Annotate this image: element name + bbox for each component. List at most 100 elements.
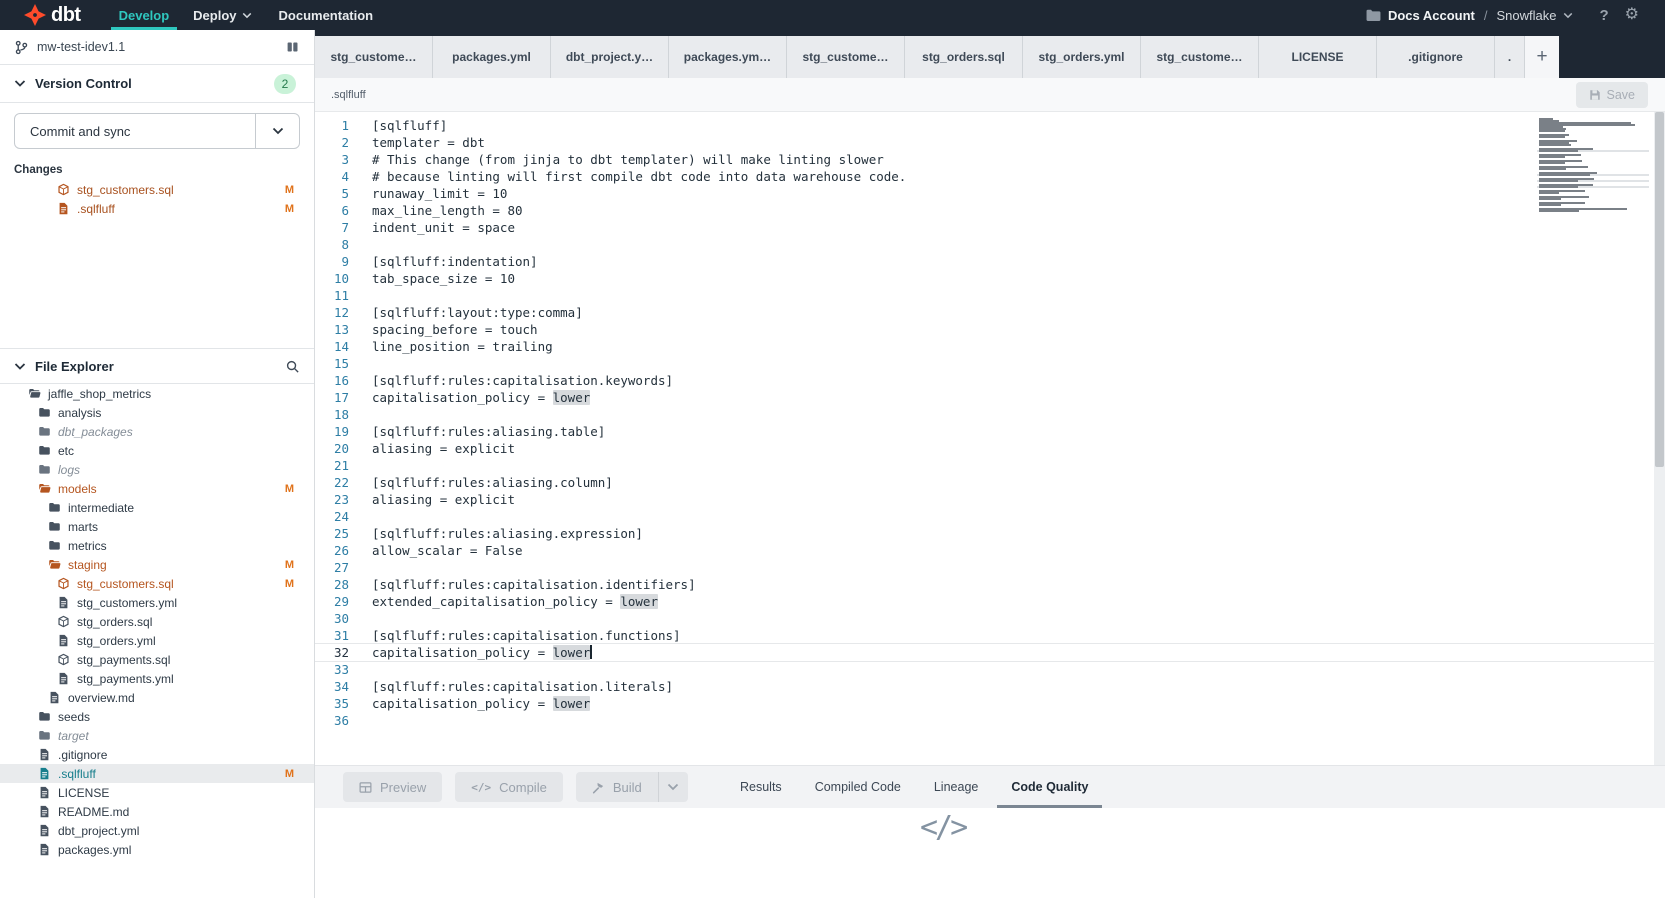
file-explorer-header[interactable]: File Explorer (0, 348, 314, 384)
change-item[interactable]: stg_customers.sqlM (0, 180, 314, 199)
code-line-21[interactable]: 21 (315, 457, 1651, 474)
file-tab[interactable]: stg_orders.sql (905, 36, 1023, 78)
tree-item-jaffle-shop-metrics[interactable]: jaffle_shop_metrics (0, 384, 314, 403)
dbt-logo[interactable]: dbt (24, 4, 81, 27)
build-options-caret[interactable] (658, 772, 688, 802)
preview-button[interactable]: Preview (343, 772, 442, 802)
tree-item-marts[interactable]: marts (0, 517, 314, 536)
code-line-1[interactable]: 1[sqlfluff] (315, 117, 1651, 134)
help-icon[interactable]: ? (1599, 7, 1608, 24)
code-line-25[interactable]: 25[sqlfluff:rules:aliasing.expression] (315, 525, 1651, 542)
code-line-3[interactable]: 3# This change (from jinja to dbt templa… (315, 151, 1651, 168)
tree-item-stg-customers-yml[interactable]: stg_customers.yml (0, 593, 314, 612)
tree-item-packages-yml[interactable]: packages.yml (0, 840, 314, 859)
code-line-10[interactable]: 10tab_space_size = 10 (315, 270, 1651, 287)
build-button[interactable]: Build (576, 772, 658, 802)
code-line-12[interactable]: 12[sqlfluff:layout:type:comma] (315, 304, 1651, 321)
panels-icon[interactable] (285, 40, 300, 54)
tab-code-quality[interactable]: Code Quality (1011, 766, 1088, 808)
code-line-15[interactable]: 15 (315, 355, 1651, 372)
nav-item-documentation[interactable]: Documentation (279, 0, 374, 30)
tree-item-overview-md[interactable]: overview.md (0, 688, 314, 707)
file-tab[interactable]: packages.yml (433, 36, 551, 78)
tree-item-staging[interactable]: stagingM (0, 555, 314, 574)
code-line-8[interactable]: 8 (315, 236, 1651, 253)
code-line-9[interactable]: 9[sqlfluff:indentation] (315, 253, 1651, 270)
file-tab[interactable]: stg_custome… (315, 36, 433, 78)
tree-item-models[interactable]: modelsM (0, 479, 314, 498)
tab-results[interactable]: Results (740, 766, 782, 808)
code-line-4[interactable]: 4# because linting will first compile db… (315, 168, 1651, 185)
code-line-30[interactable]: 30 (315, 610, 1651, 627)
tree-item-stg-customers-sql[interactable]: stg_customers.sqlM (0, 574, 314, 593)
tree-item-readme-md[interactable]: README.md (0, 802, 314, 821)
nav-item-deploy[interactable]: Deploy (193, 0, 251, 30)
file-tab[interactable]: . (1495, 36, 1525, 78)
code-line-36[interactable]: 36 (315, 712, 1651, 729)
tree-item-seeds[interactable]: seeds (0, 707, 314, 726)
gear-icon[interactable]: ⚙ (1625, 7, 1639, 23)
tree-item-metrics[interactable]: metrics (0, 536, 314, 555)
tree-item--sqlfluff[interactable]: .sqlfluffM (0, 764, 314, 783)
tree-item-stg-payments-yml[interactable]: stg_payments.yml (0, 669, 314, 688)
code-line-29[interactable]: 29extended_capitalisation_policy = lower (315, 593, 1651, 610)
code-line-13[interactable]: 13spacing_before = touch (315, 321, 1651, 338)
code-line-6[interactable]: 6max_line_length = 80 (315, 202, 1651, 219)
compile-button[interactable]: </> Compile (455, 772, 563, 802)
version-control-header[interactable]: Version Control 2 (0, 65, 314, 103)
code-line-34[interactable]: 34[sqlfluff:rules:capitalisation.literal… (315, 678, 1651, 695)
file-tab[interactable]: packages.ym… (669, 36, 787, 78)
tab-lineage[interactable]: Lineage (934, 766, 979, 808)
code-line-24[interactable]: 24 (315, 508, 1651, 525)
minimap[interactable] (1537, 118, 1649, 212)
search-icon[interactable] (285, 359, 300, 374)
code-line-2[interactable]: 2templater = dbt (315, 134, 1651, 151)
nav-item-develop[interactable]: Develop (119, 0, 170, 30)
code-line-17[interactable]: 17capitalisation_policy = lower (315, 389, 1651, 406)
tree-item-logs[interactable]: logs (0, 460, 314, 479)
code-line-16[interactable]: 16[sqlfluff:rules:capitalisation.keyword… (315, 372, 1651, 389)
file-tab[interactable]: stg_custome… (787, 36, 905, 78)
code-line-32[interactable]: 32capitalisation_policy = lower (315, 644, 1651, 661)
code-line-23[interactable]: 23aliasing = explicit (315, 491, 1651, 508)
tree-item-analysis[interactable]: analysis (0, 403, 314, 422)
account-name[interactable]: Docs Account (1388, 8, 1475, 23)
file-tab[interactable]: LICENSE (1259, 36, 1377, 78)
tree-item-stg-orders-yml[interactable]: stg_orders.yml (0, 631, 314, 650)
tree-item-license[interactable]: LICENSE (0, 783, 314, 802)
code-line-14[interactable]: 14line_position = trailing (315, 338, 1651, 355)
scrollbar-thumb[interactable] (1655, 112, 1664, 467)
file-tab[interactable]: stg_orders.yml (1023, 36, 1141, 78)
tree-item-etc[interactable]: etc (0, 441, 314, 460)
tree-item-intermediate[interactable]: intermediate (0, 498, 314, 517)
code-line-33[interactable]: 33 (315, 661, 1651, 678)
save-button[interactable]: Save (1576, 82, 1649, 108)
file-tab[interactable]: stg_custome… (1141, 36, 1259, 78)
tree-item-stg-payments-sql[interactable]: stg_payments.sql (0, 650, 314, 669)
code-line-7[interactable]: 7indent_unit = space (315, 219, 1651, 236)
chevron-down-icon[interactable] (255, 114, 299, 148)
code-line-28[interactable]: 28[sqlfluff:rules:capitalisation.identif… (315, 576, 1651, 593)
file-tab[interactable]: dbt_project.y… (551, 36, 669, 78)
code-line-22[interactable]: 22[sqlfluff:rules:aliasing.column] (315, 474, 1651, 491)
tree-item-stg-orders-sql[interactable]: stg_orders.sql (0, 612, 314, 631)
environment-name[interactable]: Snowflake (1497, 8, 1557, 23)
code-editor[interactable]: 1[sqlfluff]2templater = dbt3# This chang… (315, 112, 1665, 765)
code-line-18[interactable]: 18 (315, 406, 1651, 423)
change-item[interactable]: .sqlfluffM (0, 199, 314, 218)
new-tab-button[interactable]: + (1525, 36, 1559, 78)
code-area[interactable]: 1[sqlfluff]2templater = dbt3# This chang… (315, 117, 1651, 729)
commit-and-sync-button[interactable]: Commit and sync (14, 113, 300, 149)
code-line-35[interactable]: 35capitalisation_policy = lower (315, 695, 1651, 712)
editor-scrollbar[interactable] (1654, 112, 1665, 765)
chevron-down-icon[interactable] (1563, 12, 1573, 19)
tree-item--gitignore[interactable]: .gitignore (0, 745, 314, 764)
tree-item-target[interactable]: target (0, 726, 314, 745)
code-line-5[interactable]: 5runaway_limit = 10 (315, 185, 1651, 202)
code-line-11[interactable]: 11 (315, 287, 1651, 304)
code-line-31[interactable]: 31[sqlfluff:rules:capitalisation.functio… (315, 627, 1651, 644)
tab-compiled-code[interactable]: Compiled Code (815, 766, 901, 808)
code-line-20[interactable]: 20aliasing = explicit (315, 440, 1651, 457)
code-line-19[interactable]: 19[sqlfluff:rules:aliasing.table] (315, 423, 1651, 440)
tree-item-dbt-project-yml[interactable]: dbt_project.yml (0, 821, 314, 840)
